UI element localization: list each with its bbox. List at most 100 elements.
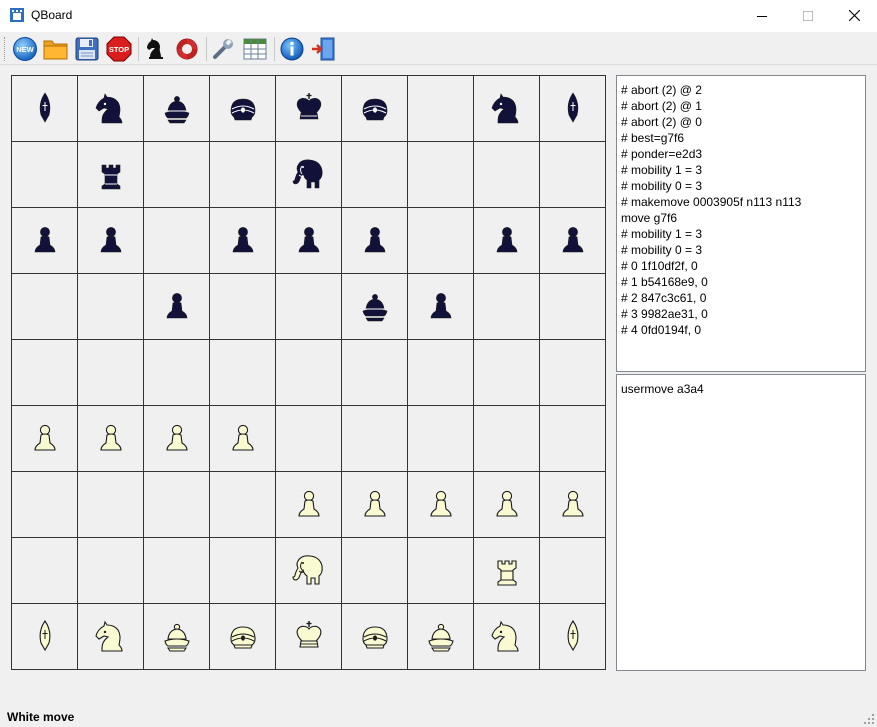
board-square[interactable] [144, 538, 210, 604]
white-pawn-piece[interactable] [289, 485, 329, 525]
board-square[interactable] [540, 472, 606, 538]
board-square[interactable] [12, 538, 78, 604]
black-pawn-piece[interactable] [553, 221, 593, 261]
board-square[interactable] [276, 208, 342, 274]
board-square[interactable] [78, 340, 144, 406]
board-square[interactable] [276, 472, 342, 538]
board-square[interactable] [408, 406, 474, 472]
board-square[interactable] [540, 142, 606, 208]
black-rook-piece[interactable] [91, 155, 131, 195]
board-square[interactable] [12, 208, 78, 274]
board-square[interactable] [342, 142, 408, 208]
white-rook-piece[interactable] [487, 551, 527, 591]
board-square[interactable] [210, 76, 276, 142]
board-square[interactable] [210, 538, 276, 604]
board-square[interactable] [276, 604, 342, 670]
white-pawn-piece[interactable] [157, 419, 197, 459]
board-square[interactable] [408, 472, 474, 538]
board-square[interactable] [144, 208, 210, 274]
board-square[interactable] [12, 76, 78, 142]
black-pawn-piece[interactable] [355, 221, 395, 261]
stop-button[interactable]: STOP [104, 34, 134, 64]
black-pawn-piece[interactable] [157, 287, 197, 327]
board-square[interactable] [144, 274, 210, 340]
black-turban-piece[interactable] [223, 89, 263, 129]
board-square[interactable] [408, 604, 474, 670]
black-pawn-piece[interactable] [289, 221, 329, 261]
board-square[interactable] [210, 472, 276, 538]
black-king-piece[interactable] [289, 89, 329, 129]
board-square[interactable] [78, 472, 144, 538]
board-square[interactable] [474, 472, 540, 538]
maximize-button[interactable] [785, 0, 831, 31]
white-pawn-piece[interactable] [223, 419, 263, 459]
open-button[interactable] [41, 34, 71, 64]
settings-button[interactable] [209, 34, 239, 64]
board-square[interactable] [210, 274, 276, 340]
board-square[interactable] [78, 538, 144, 604]
command-log-panel[interactable]: usermove a3a4 [616, 374, 866, 671]
board-square[interactable] [276, 406, 342, 472]
white-pawn-piece[interactable] [487, 485, 527, 525]
board-square[interactable] [276, 340, 342, 406]
board-square[interactable] [210, 604, 276, 670]
new-game-button[interactable]: NEW [10, 34, 40, 64]
board-square[interactable] [408, 76, 474, 142]
engine-button[interactable] [141, 34, 171, 64]
board-square[interactable] [144, 340, 210, 406]
white-pawn-piece[interactable] [421, 485, 461, 525]
white-elephant-piece[interactable] [289, 551, 329, 591]
black-pawn-piece[interactable] [91, 221, 131, 261]
white-pawn-piece[interactable] [355, 485, 395, 525]
board-square[interactable] [144, 604, 210, 670]
board-square[interactable] [210, 406, 276, 472]
close-button[interactable] [831, 0, 877, 31]
board-square[interactable] [276, 76, 342, 142]
black-elephant-piece[interactable] [289, 155, 329, 195]
board-square[interactable] [474, 208, 540, 274]
board-square[interactable] [540, 208, 606, 274]
black-pawn-piece[interactable] [223, 221, 263, 261]
white-pawn-piece[interactable] [553, 485, 593, 525]
board-square[interactable] [12, 604, 78, 670]
board-square[interactable] [474, 76, 540, 142]
board-square[interactable] [276, 142, 342, 208]
board-square[interactable] [12, 274, 78, 340]
board-square[interactable] [12, 142, 78, 208]
white-bishop-piece[interactable] [553, 617, 593, 657]
black-pawn-piece[interactable] [421, 287, 461, 327]
black-turban-piece[interactable] [355, 89, 395, 129]
board-square[interactable] [78, 604, 144, 670]
board-square[interactable] [12, 340, 78, 406]
board-square[interactable] [144, 472, 210, 538]
board-square[interactable] [540, 340, 606, 406]
board-square[interactable] [474, 604, 540, 670]
board-square[interactable] [276, 274, 342, 340]
black-bishop-piece[interactable] [553, 89, 593, 129]
resize-grip-icon[interactable] [863, 713, 875, 725]
board-square[interactable] [342, 472, 408, 538]
board-square[interactable] [12, 406, 78, 472]
board-square[interactable] [342, 76, 408, 142]
white-knight-piece[interactable] [487, 617, 527, 657]
board-square[interactable] [408, 142, 474, 208]
help-engine-button[interactable] [172, 34, 202, 64]
white-king-piece[interactable] [289, 617, 329, 657]
board-square[interactable] [144, 76, 210, 142]
board-square[interactable] [474, 406, 540, 472]
board-square[interactable] [276, 538, 342, 604]
board-square[interactable] [210, 208, 276, 274]
black-knight-piece[interactable] [91, 89, 131, 129]
board-square[interactable] [342, 208, 408, 274]
white-bishop-piece[interactable] [25, 617, 65, 657]
board-square[interactable] [408, 538, 474, 604]
white-knight-piece[interactable] [91, 617, 131, 657]
board-square[interactable] [78, 208, 144, 274]
board-square[interactable] [474, 340, 540, 406]
white-general-piece[interactable] [157, 617, 197, 657]
about-button[interactable] [277, 34, 307, 64]
board-square[interactable] [342, 274, 408, 340]
white-general-piece[interactable] [421, 617, 461, 657]
board-square[interactable] [474, 274, 540, 340]
board-square[interactable] [210, 340, 276, 406]
